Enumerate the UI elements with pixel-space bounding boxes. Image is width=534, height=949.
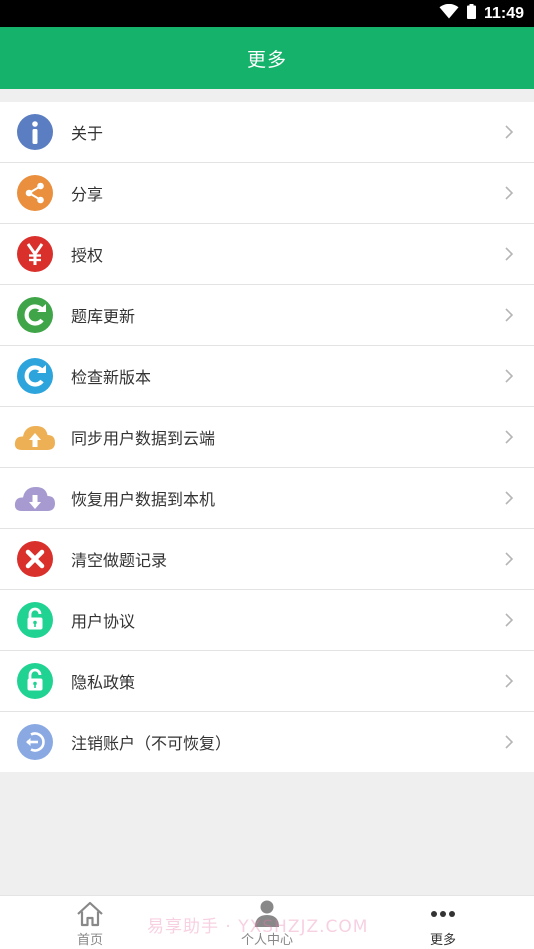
app-header: 更多 [0, 27, 534, 89]
chevron-right-icon [504, 246, 514, 262]
menu-item-label: 清空做题记录 [71, 551, 168, 570]
chevron-right-icon [504, 429, 514, 445]
settings-menu-list: 关于 分享 授权 题库更新 检查新版本 同步用户数据到云端 恢复用户数据到本机 … [0, 102, 534, 772]
chevron-right-icon [504, 490, 514, 506]
menu-item-label: 注销账户（不可恢复） [71, 734, 232, 753]
chevron-right-icon [504, 368, 514, 384]
nav-tab-label: 首页 [76, 933, 103, 948]
user-icon [254, 900, 280, 928]
menu-item-authorize[interactable]: 授权 [0, 224, 534, 285]
battery-icon [466, 4, 476, 23]
menu-item-delete-account[interactable]: 注销账户（不可恢复） [0, 712, 534, 772]
chevron-right-icon [504, 612, 514, 628]
menu-item-label: 检查新版本 [71, 368, 152, 387]
menu-item-check-version[interactable]: 检查新版本 [0, 346, 534, 407]
menu-item-label: 恢复用户数据到本机 [71, 490, 216, 509]
status-time: 11:49 [483, 4, 524, 22]
menu-item-privacy-policy[interactable]: 隐私政策 [0, 651, 534, 712]
cloud-download-icon [14, 479, 56, 517]
menu-item-label: 隐私政策 [71, 673, 136, 692]
unlock-icon [16, 601, 54, 639]
nav-tab-home[interactable]: 首页 [40, 896, 140, 949]
menu-item-label: 关于 [71, 124, 104, 143]
menu-item-restore-local[interactable]: 恢复用户数据到本机 [0, 468, 534, 529]
info-icon [16, 113, 54, 151]
share-icon [16, 174, 54, 212]
chevron-right-icon [504, 307, 514, 323]
unlock-icon [16, 662, 54, 700]
refresh-icon [16, 296, 54, 334]
menu-item-clear-records[interactable]: 清空做题记录 [0, 529, 534, 590]
logout-icon [16, 723, 54, 761]
bottom-navigation: 首页 个人中心 更多 易享助手 · YXSHZJZ.COM [0, 895, 534, 949]
update-icon [16, 357, 54, 395]
yen-icon [16, 235, 54, 273]
menu-item-about[interactable]: 关于 [0, 102, 534, 163]
nav-tab-profile[interactable]: 个人中心 [217, 896, 317, 949]
cloud-upload-icon [14, 418, 56, 456]
wifi-icon [439, 3, 459, 23]
menu-item-label: 题库更新 [71, 307, 136, 326]
chevron-right-icon [504, 124, 514, 140]
status-bar: 11:49 [0, 0, 534, 27]
menu-item-user-agreement[interactable]: 用户协议 [0, 590, 534, 651]
menu-item-label: 授权 [71, 246, 104, 265]
menu-item-label: 分享 [71, 185, 104, 204]
menu-item-sync-cloud[interactable]: 同步用户数据到云端 [0, 407, 534, 468]
chevron-right-icon [504, 185, 514, 201]
chevron-right-icon [504, 734, 514, 750]
page-title: 更多 [246, 48, 287, 71]
status-indicators: 11:49 [439, 0, 524, 27]
home-icon [76, 900, 104, 928]
nav-tab-label: 个人中心 [240, 933, 293, 948]
chevron-right-icon [504, 551, 514, 567]
chevron-right-icon [504, 673, 514, 689]
menu-item-share[interactable]: 分享 [0, 163, 534, 224]
clear-icon [16, 540, 54, 578]
nav-tab-label: 更多 [429, 933, 456, 948]
menu-item-label: 用户协议 [71, 612, 136, 631]
more-icon [430, 900, 456, 928]
nav-tab-more[interactable]: 更多 [393, 896, 493, 949]
menu-item-label: 同步用户数据到云端 [71, 429, 216, 448]
menu-item-question-bank-update[interactable]: 题库更新 [0, 285, 534, 346]
